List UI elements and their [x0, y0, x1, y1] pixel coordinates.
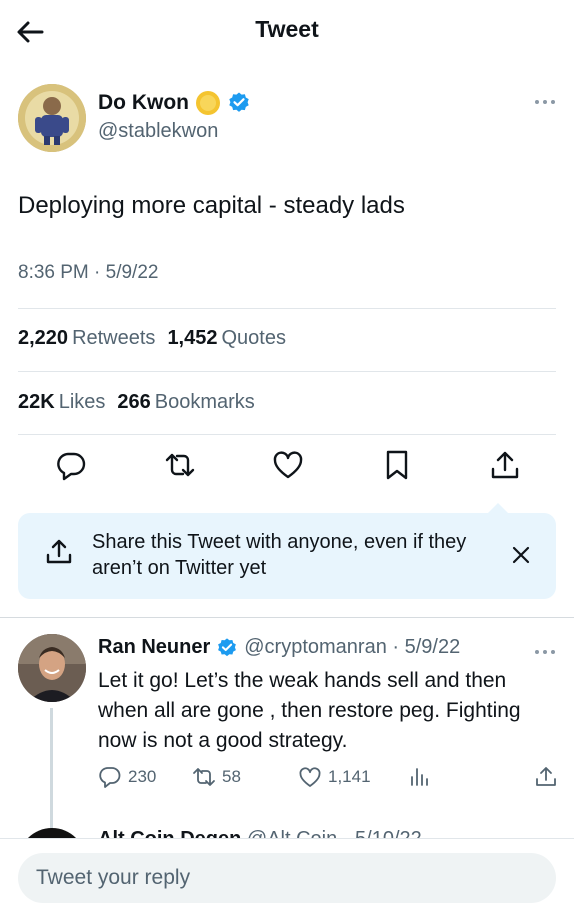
retweet-icon: [193, 768, 215, 786]
reply-author-name[interactable]: Ran Neuner: [98, 636, 210, 659]
reply-analytics-button[interactable]: [408, 765, 432, 789]
reply-reply-button[interactable]: 230: [98, 765, 176, 789]
bookmark-icon[interactable]: [380, 448, 414, 482]
top-bar: Tweet: [0, 0, 574, 62]
quotes-label: Quotes: [221, 327, 286, 349]
retweets-stat[interactable]: 2,220 Retweets: [18, 327, 155, 350]
bookmarks-stat[interactable]: 266 Bookmarks: [117, 391, 254, 414]
tweet-timestamp[interactable]: 8:36 PM · 5/9/22: [18, 262, 158, 284]
reply-share-button[interactable]: [534, 765, 558, 789]
like-icon: [299, 767, 321, 787]
tweet-author: Do Kwon @stablekwon: [18, 84, 558, 154]
more-options-icon[interactable]: [532, 642, 558, 662]
avatar[interactable]: [18, 84, 86, 152]
stats-row-likes: 22K Likes 266 Bookmarks: [18, 391, 255, 414]
reply-count: 230: [128, 767, 157, 786]
divider: [18, 308, 556, 309]
verified-badge-icon: [229, 92, 249, 112]
page-title: Tweet: [255, 16, 319, 42]
tweet-action-bar: [18, 448, 556, 488]
tweet-text: Deploying more capital - steady lads: [18, 192, 405, 219]
stats-row-reposts: 2,220 Retweets 1,452 Quotes: [18, 327, 286, 350]
reply-input[interactable]: [18, 853, 556, 903]
likes-count: 22K: [18, 391, 55, 413]
author-name[interactable]: Do Kwon: [98, 91, 189, 115]
reply-tweet[interactable]: Ran Neuner @cryptomanran · 5/9/22 Let it…: [18, 634, 558, 848]
share-prompt-card: Share this Tweet with anyone, even if th…: [18, 503, 556, 599]
reply-handle-date[interactable]: @cryptomanran · 5/9/22: [244, 636, 460, 659]
close-icon[interactable]: [510, 544, 532, 566]
share-prompt-text: Share this Tweet with anyone, even if th…: [92, 531, 467, 579]
reply-action-bar: 230 58 1,141: [98, 762, 558, 792]
reply-like-button[interactable]: 1,141: [298, 765, 392, 789]
reply-retweet-button[interactable]: 58: [192, 765, 298, 789]
share-icon: [46, 539, 72, 564]
divider: [18, 371, 556, 372]
retweets-label: Retweets: [72, 327, 156, 349]
retweets-count: 2,220: [18, 327, 69, 349]
likes-label: Likes: [58, 391, 106, 413]
avatar[interactable]: [18, 634, 86, 702]
more-options-icon[interactable]: [532, 92, 558, 112]
divider: [18, 434, 556, 435]
share-icon[interactable]: [488, 448, 522, 482]
analytics-icon: [411, 768, 428, 786]
quotes-count: 1,452: [167, 327, 218, 349]
reply-icon[interactable]: [54, 448, 88, 482]
like-count: 1,141: [328, 767, 371, 786]
section-divider: [0, 617, 574, 618]
retweet-icon[interactable]: [163, 448, 197, 482]
author-handle[interactable]: @stablekwon: [98, 120, 218, 143]
bookmarks-count: 266: [117, 391, 151, 413]
quotes-stat[interactable]: 1,452 Quotes: [167, 327, 286, 350]
verified-badge-icon: [218, 637, 237, 656]
share-icon: [536, 767, 556, 786]
like-icon[interactable]: [271, 448, 305, 482]
coin-icon: [195, 91, 220, 115]
bookmarks-label: Bookmarks: [154, 391, 255, 413]
likes-stat[interactable]: 22K Likes: [18, 391, 105, 414]
retweet-count: 58: [222, 767, 241, 786]
card-pointer: [486, 503, 510, 515]
reply-icon: [99, 767, 121, 788]
reply-composer: [0, 838, 574, 920]
reply-text: Let it go! Let’s the weak hands sell and…: [98, 669, 521, 752]
